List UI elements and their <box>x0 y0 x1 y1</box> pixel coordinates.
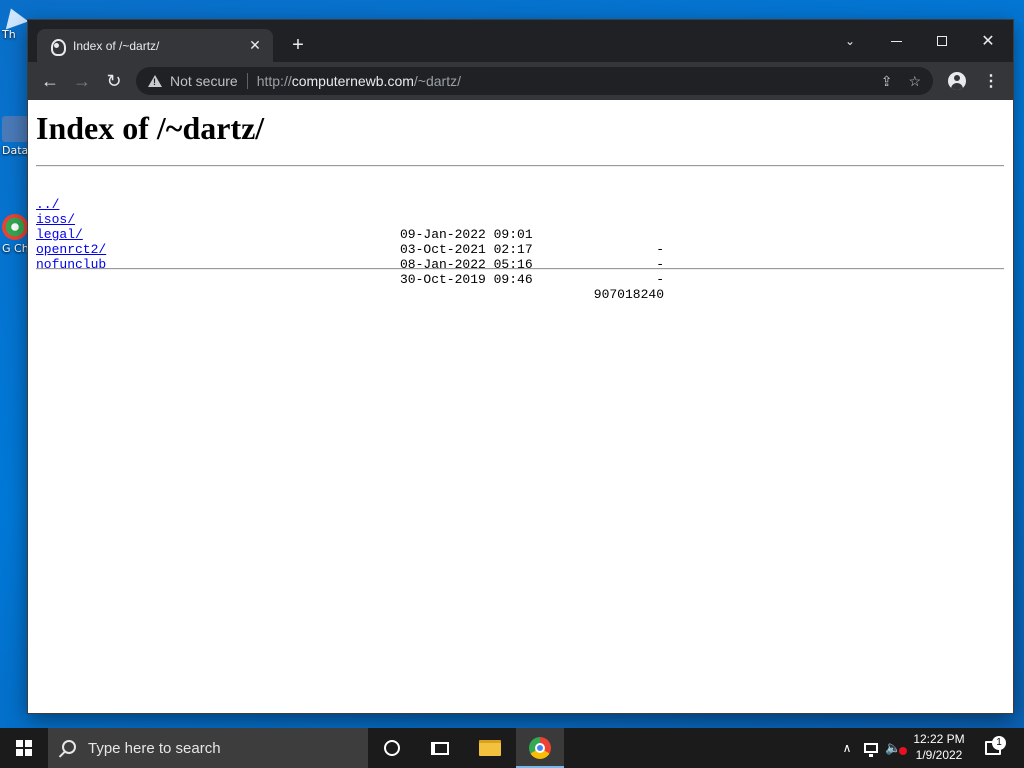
notification-count-badge: 1 <box>992 736 1006 750</box>
tab-title: Index of /~dartz/ <box>73 38 160 53</box>
clock-time: 12:22 PM <box>913 732 965 746</box>
desktop-icon-label: Data <box>2 144 29 157</box>
divider <box>246 73 248 89</box>
task-view-button[interactable] <box>416 728 464 768</box>
directory-listing: ../ isos/ 09-Jan-2022 09:01 - legal/ 03-… <box>36 182 676 302</box>
page-content: Index of /~dartz/ ../ isos/ 09-Jan-2022 … <box>28 100 1013 713</box>
network-icon <box>864 743 878 757</box>
menu-button[interactable]: ⋮ <box>978 68 1004 94</box>
desktop-icon-label: Th <box>2 28 16 41</box>
tab-search-button[interactable]: ⌄ <box>827 26 873 56</box>
new-tab-button[interactable]: + <box>287 34 309 56</box>
url-host: computernewb.com <box>291 73 414 89</box>
tab-close-icon[interactable]: ✕ <box>247 37 263 54</box>
warning-icon[interactable] <box>148 75 162 87</box>
bookmark-star-icon[interactable]: ☆ <box>908 73 921 90</box>
minimize-button[interactable] <box>873 26 919 56</box>
entry-size: - <box>656 272 664 287</box>
recycle-bin-icon <box>0 4 29 30</box>
page-title: Index of /~dartz/ <box>36 110 265 146</box>
url-text[interactable]: http://computernewb.com/~dartz/ <box>257 73 461 89</box>
share-icon[interactable]: ⇪ <box>881 73 893 90</box>
chrome-shortcut-icon <box>2 214 28 240</box>
start-button[interactable] <box>0 728 48 768</box>
cortana-icon <box>384 740 400 756</box>
maximize-button[interactable] <box>919 26 965 56</box>
taskbar: Type here to search ∧ 🔈 12:22 PM 1/9/202… <box>0 728 1024 768</box>
list-item: openrct2/ 08-Jan-2022 05:16 - <box>36 227 676 287</box>
favicon-icon <box>49 38 66 56</box>
divider <box>36 165 1004 167</box>
url-scheme: http:// <box>256 73 292 89</box>
desktop-icon-label: G Ch <box>2 242 29 255</box>
reload-button[interactable]: ↻ <box>101 68 127 94</box>
clock[interactable]: 12:22 PM 1/9/2022 <box>908 731 970 763</box>
list-item: nofunclub 30-Oct-2019 09:46 907018240 <box>36 242 676 302</box>
taskbar-search-box[interactable]: Type here to search <box>48 728 368 768</box>
action-center-button[interactable]: 1 <box>980 728 1006 768</box>
show-hidden-icons-button[interactable]: ∧ <box>838 728 856 768</box>
entry-date: 30-Oct-2019 09:46 <box>400 272 533 287</box>
list-item: ../ <box>36 182 676 212</box>
maximize-icon <box>937 36 947 46</box>
network-button[interactable] <box>860 728 882 768</box>
forward-button[interactable]: → <box>69 68 95 94</box>
profile-button[interactable] <box>944 68 970 94</box>
list-item: legal/ 03-Oct-2021 02:17 - <box>36 212 676 272</box>
chrome-taskbar-button[interactable] <box>516 728 564 768</box>
title-bar[interactable]: Index of /~dartz/ ✕ + ⌄ ✕ <box>28 20 1013 62</box>
muted-badge-icon <box>898 747 907 755</box>
search-icon <box>62 739 76 754</box>
minimize-icon <box>890 40 902 42</box>
close-window-button[interactable]: ✕ <box>965 26 1011 56</box>
security-label[interactable]: Not secure <box>170 73 238 89</box>
address-bar[interactable]: Not secure http://computernewb.com/~dart… <box>136 67 933 95</box>
browser-window: Index of /~dartz/ ✕ + ⌄ ✕ ← → ↻ Not secu… <box>28 20 1013 713</box>
entry-size: 907018240 <box>593 287 664 302</box>
file-explorer-button[interactable] <box>466 728 514 768</box>
list-item: isos/ 09-Jan-2022 09:01 - <box>36 197 676 257</box>
folder-icon <box>479 740 501 756</box>
chrome-icon <box>529 737 551 759</box>
divider <box>36 268 1004 270</box>
browser-toolbar: ← → ↻ Not secure http://computernewb.com… <box>28 62 1013 100</box>
search-placeholder: Type here to search <box>88 739 221 757</box>
url-path: /~dartz/ <box>413 73 461 89</box>
clock-date: 1/9/2022 <box>915 748 963 762</box>
back-button[interactable]: ← <box>37 68 63 94</box>
cortana-button[interactable] <box>368 728 416 768</box>
shortcut-icon <box>2 116 28 142</box>
profile-icon <box>948 72 966 90</box>
volume-button[interactable]: 🔈 <box>884 728 908 768</box>
windows-logo-icon <box>16 740 32 756</box>
browser-tab[interactable]: Index of /~dartz/ ✕ <box>37 29 273 62</box>
task-view-icon <box>431 741 449 755</box>
